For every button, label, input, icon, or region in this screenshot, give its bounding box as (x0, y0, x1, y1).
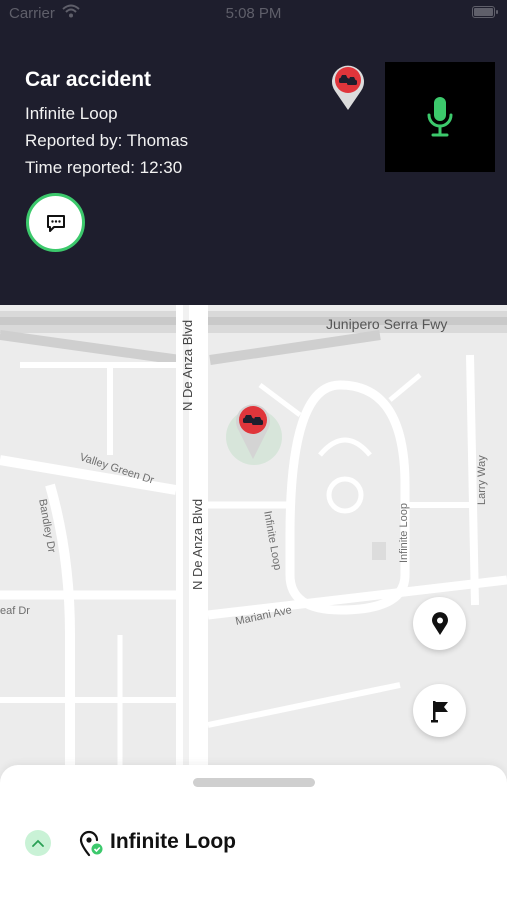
incident-header: Carrier 5:08 PM Car accident Infinite Lo… (0, 0, 507, 305)
incident-time: Time reported: 12:30 (25, 158, 183, 177)
road-label: N De Anza Blvd (190, 498, 205, 590)
sheet-drag-handle[interactable] (193, 778, 315, 787)
road-label: Larry Way (476, 455, 488, 505)
clock-label: 5:08 PM (225, 5, 282, 22)
sheet-expand-button[interactable] (25, 830, 51, 856)
incident-map-marker[interactable] (224, 401, 284, 465)
my-location-button[interactable] (413, 597, 466, 650)
chevron-up-icon (32, 839, 44, 847)
incident-location: Infinite Loop (25, 104, 118, 123)
incident-reporter: Reported by: Thomas (25, 131, 189, 150)
road-label: N De Anza Blvd (180, 319, 195, 411)
road-label: Infinite Loop (398, 503, 410, 563)
bottom-sheet[interactable]: Infinite Loop (0, 765, 507, 900)
microphone-icon (427, 97, 453, 137)
car-accident-pin-icon (332, 65, 364, 110)
chat-bubble-icon (46, 214, 65, 232)
road-label: Junipero Serra Fwy (326, 316, 448, 332)
chat-button[interactable] (26, 193, 85, 252)
voice-record-button[interactable] (385, 62, 495, 172)
report-flag-button[interactable] (413, 684, 466, 737)
incident-title: Car accident (25, 68, 152, 91)
car-accident-pin-icon (236, 404, 270, 459)
status-bar: Carrier 5:08 PM (0, 0, 507, 28)
road-label: eaf Dr (0, 605, 30, 617)
sheet-place-title: Infinite Loop (110, 830, 236, 853)
map-pin-icon (431, 611, 448, 635)
flag-icon (430, 700, 448, 722)
place-check-icon (79, 830, 103, 857)
battery-icon (472, 6, 498, 18)
